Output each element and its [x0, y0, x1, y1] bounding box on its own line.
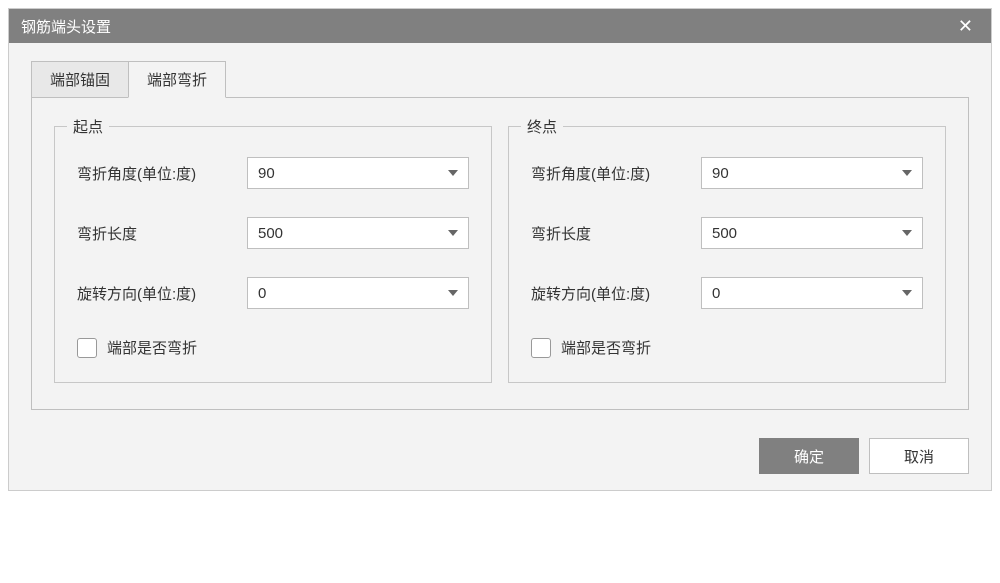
combo-end-rotation-value: 0	[712, 285, 720, 302]
combo-end-angle[interactable]: 90	[701, 157, 923, 189]
label-end-length: 弯折长度	[531, 223, 701, 244]
cancel-button[interactable]: 取消	[869, 438, 969, 474]
legend-start: 起点	[67, 116, 109, 137]
fieldset-start: 起点 弯折角度(单位:度) 90 弯折长度 500	[54, 126, 492, 383]
checkbox-start-bend[interactable]	[77, 338, 97, 358]
label-start-angle: 弯折角度(单位:度)	[77, 163, 247, 184]
combo-end-rotation[interactable]: 0	[701, 277, 923, 309]
legend-end: 终点	[521, 116, 563, 137]
chevron-down-icon	[448, 290, 458, 296]
checkbox-end-bend[interactable]	[531, 338, 551, 358]
label-end-bendcheck: 端部是否弯折	[561, 337, 651, 358]
chevron-down-icon	[448, 170, 458, 176]
label-start-length: 弯折长度	[77, 223, 247, 244]
tab-panel-bend: 起点 弯折角度(单位:度) 90 弯折长度 500	[31, 97, 969, 410]
tab-bend-label: 端部弯折	[147, 72, 207, 89]
combo-end-angle-value: 90	[712, 165, 729, 182]
chevron-down-icon	[448, 230, 458, 236]
combo-start-angle-value: 90	[258, 165, 275, 182]
label-end-rotation: 旋转方向(单位:度)	[531, 283, 701, 304]
row-start-length: 弯折长度 500	[77, 217, 469, 249]
label-start-rotation: 旋转方向(单位:度)	[77, 283, 247, 304]
fieldset-end: 终点 弯折角度(单位:度) 90 弯折长度 500	[508, 126, 946, 383]
dialog-title: 钢筋端头设置	[21, 16, 952, 37]
cancel-button-label: 取消	[904, 446, 934, 467]
combo-start-rotation-value: 0	[258, 285, 266, 302]
tab-row: 端部锚固 端部弯折	[31, 61, 969, 98]
dialog-footer: 确定 取消	[9, 424, 991, 490]
row-end-bendcheck: 端部是否弯折	[531, 337, 923, 358]
combo-start-rotation[interactable]: 0	[247, 277, 469, 309]
row-end-angle: 弯折角度(单位:度) 90	[531, 157, 923, 189]
combo-end-length-value: 500	[712, 225, 737, 242]
chevron-down-icon	[902, 230, 912, 236]
dialog-content: 端部锚固 端部弯折 起点 弯折角度(单位:度) 90	[9, 43, 991, 424]
titlebar: 钢筋端头设置 ✕	[9, 9, 991, 43]
tab-bend[interactable]: 端部弯折	[128, 61, 226, 98]
tab-anchor-label: 端部锚固	[50, 72, 110, 89]
combo-start-length-value: 500	[258, 225, 283, 242]
ok-button[interactable]: 确定	[759, 438, 859, 474]
row-start-angle: 弯折角度(单位:度) 90	[77, 157, 469, 189]
row-start-bendcheck: 端部是否弯折	[77, 337, 469, 358]
row-start-rotation: 旋转方向(单位:度) 0	[77, 277, 469, 309]
panels-row: 起点 弯折角度(单位:度) 90 弯折长度 500	[54, 126, 946, 383]
combo-start-length[interactable]: 500	[247, 217, 469, 249]
dialog-rebar-end-settings: 钢筋端头设置 ✕ 端部锚固 端部弯折 起点 弯折角度(单位:度) 90	[8, 8, 992, 491]
chevron-down-icon	[902, 170, 912, 176]
ok-button-label: 确定	[794, 446, 824, 467]
close-icon[interactable]: ✕	[952, 17, 979, 35]
label-start-bendcheck: 端部是否弯折	[107, 337, 197, 358]
combo-start-angle[interactable]: 90	[247, 157, 469, 189]
label-end-angle: 弯折角度(单位:度)	[531, 163, 701, 184]
row-end-length: 弯折长度 500	[531, 217, 923, 249]
tab-anchor[interactable]: 端部锚固	[31, 61, 129, 98]
row-end-rotation: 旋转方向(单位:度) 0	[531, 277, 923, 309]
combo-end-length[interactable]: 500	[701, 217, 923, 249]
chevron-down-icon	[902, 290, 912, 296]
